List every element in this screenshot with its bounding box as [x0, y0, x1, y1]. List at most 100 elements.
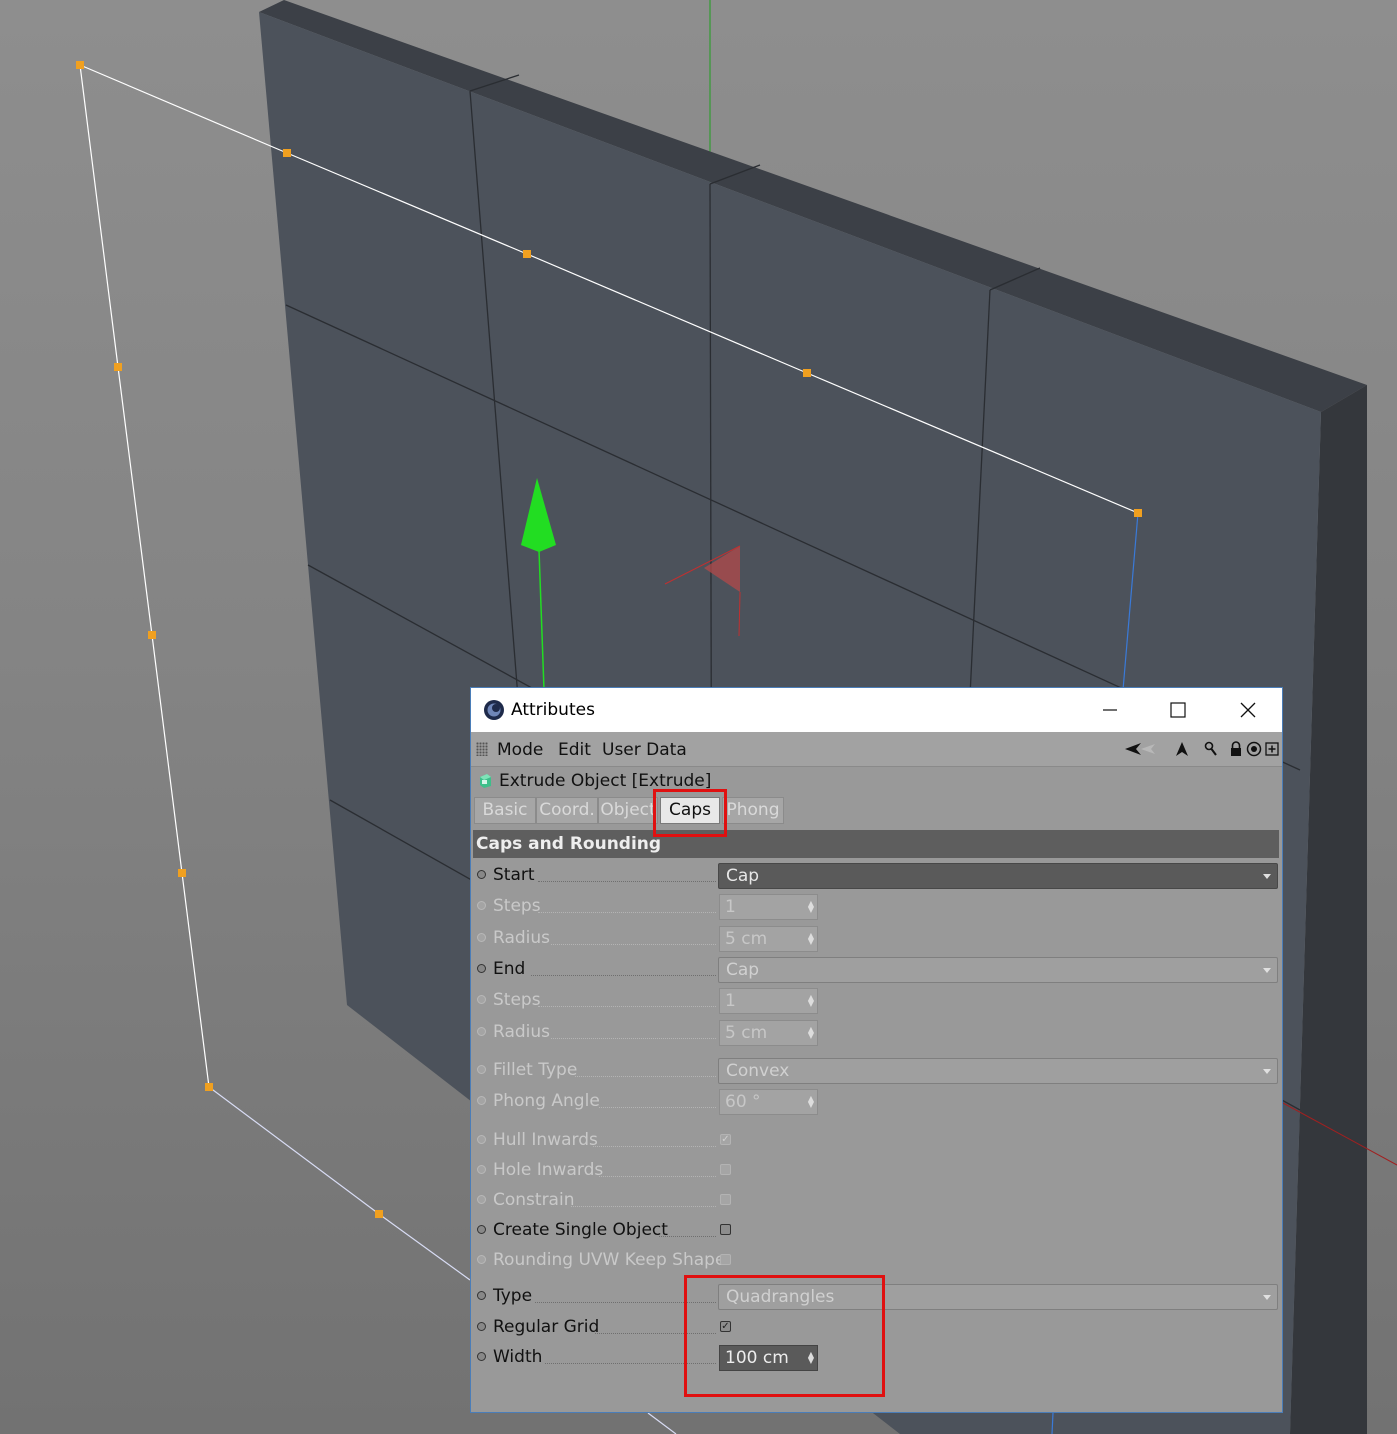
start-radius-field[interactable]: 5 cm ▲ ▼ — [719, 926, 818, 952]
target-icon[interactable] — [1245, 740, 1263, 758]
param-label: Start — [493, 865, 535, 885]
param-hull-inwards: Hull Inwards ✓ — [471, 1127, 1282, 1155]
param-label: End — [493, 959, 526, 979]
leader-dots — [599, 1176, 716, 1177]
param-label: Create Single Object — [493, 1220, 668, 1240]
leader-dots — [551, 944, 716, 945]
section-header[interactable]: Caps and Rounding — [473, 830, 1279, 858]
fillet-type-dropdown[interactable]: Convex — [718, 1058, 1278, 1084]
param-label: Type — [493, 1286, 533, 1306]
animate-radio[interactable] — [477, 964, 486, 973]
spinner-arrows-icon[interactable]: ▲ ▼ — [808, 994, 814, 1008]
create-single-object-checkbox[interactable] — [720, 1224, 731, 1235]
dropdown-value: Cap — [726, 960, 760, 980]
maximize-button[interactable] — [1143, 688, 1213, 732]
menu-mode[interactable]: Mode — [497, 740, 543, 760]
animate-radio[interactable] — [477, 1165, 486, 1174]
title-bar[interactable]: Attributes — [471, 688, 1282, 732]
animate-radio[interactable] — [477, 901, 486, 910]
animate-radio[interactable] — [477, 1096, 486, 1105]
tab-basic[interactable]: Basic — [474, 797, 536, 824]
grip-icon[interactable] — [476, 742, 488, 756]
tab-object[interactable]: Object — [598, 797, 658, 824]
animate-radio[interactable] — [477, 870, 486, 879]
menu-edit[interactable]: Edit — [558, 740, 591, 760]
spinner-arrows-icon[interactable]: ▲ ▼ — [808, 932, 814, 946]
spinner-arrows-icon[interactable]: ▲ ▼ — [808, 900, 814, 914]
param-label: Fillet Type — [493, 1060, 578, 1080]
leader-dots — [575, 1076, 716, 1077]
up-arrow-icon[interactable] — [1173, 740, 1191, 758]
animate-radio[interactable] — [477, 1291, 486, 1300]
end-steps-field[interactable]: 1 ▲ ▼ — [719, 988, 818, 1014]
menu-bar: Mode Edit User Data — [471, 732, 1282, 767]
param-label: Width — [493, 1347, 543, 1367]
minimize-button[interactable] — [1075, 688, 1145, 732]
animate-radio[interactable] — [477, 1135, 486, 1144]
extrude-object-icon — [480, 774, 491, 788]
param-label: Steps — [493, 896, 541, 916]
type-width-highlight — [684, 1275, 885, 1397]
param-end-radius: Radius 5 cm ▲ ▼ — [471, 1019, 1282, 1047]
field-value: 1 — [725, 991, 736, 1011]
leader-dots — [531, 975, 716, 976]
start-steps-field[interactable]: 1 ▲ ▼ — [719, 894, 818, 920]
param-label: Radius — [493, 928, 551, 948]
param-start-steps: Steps 1 ▲ ▼ — [471, 893, 1282, 921]
field-value: 5 cm — [725, 929, 768, 949]
spinner-arrows-icon[interactable]: ▲ ▼ — [808, 1095, 814, 1109]
tab-coord[interactable]: Coord. — [536, 797, 598, 824]
rounding-uvw-checkbox[interactable] — [720, 1254, 731, 1265]
close-button[interactable] — [1213, 688, 1283, 732]
animate-radio[interactable] — [477, 995, 486, 1004]
leader-dots — [593, 1146, 716, 1147]
end-dropdown[interactable]: Cap — [718, 957, 1278, 983]
field-value: 60 ° — [725, 1092, 761, 1112]
animate-radio[interactable] — [477, 1352, 486, 1361]
object-header: Extrude Object [Extrude] — [471, 768, 1282, 794]
tab-phong[interactable]: Phong — [722, 797, 784, 824]
close-icon — [1240, 702, 1256, 718]
animate-radio[interactable] — [477, 1065, 486, 1074]
leader-dots — [538, 1006, 716, 1007]
param-label: Radius — [493, 1022, 551, 1042]
phong-angle-field[interactable]: 60 ° ▲ ▼ — [719, 1089, 818, 1115]
spinner-arrows-icon[interactable]: ▲ ▼ — [808, 1026, 814, 1040]
param-label: Regular Grid — [493, 1317, 600, 1337]
hole-inwards-checkbox[interactable] — [720, 1164, 731, 1175]
dropdown-arrow-icon — [1263, 968, 1271, 973]
param-label: Steps — [493, 990, 541, 1010]
object-title: Extrude Object [Extrude] — [499, 771, 712, 791]
animate-radio[interactable] — [477, 1027, 486, 1036]
back-arrow-icon[interactable] — [1124, 740, 1156, 758]
animate-radio[interactable] — [477, 933, 486, 942]
end-radius-field[interactable]: 5 cm ▲ ▼ — [719, 1020, 818, 1046]
param-label: Hole Inwards — [493, 1160, 604, 1180]
cinema4d-logo-icon — [484, 700, 504, 720]
maximize-icon — [1170, 702, 1186, 718]
param-end: End Cap — [471, 956, 1282, 984]
animate-radio[interactable] — [477, 1195, 486, 1204]
dropdown-value: Cap — [726, 866, 760, 886]
lock-icon[interactable] — [1227, 740, 1245, 758]
menu-user-data[interactable]: User Data — [602, 740, 687, 760]
add-panel-icon[interactable] — [1263, 740, 1281, 758]
constrain-checkbox[interactable] — [720, 1194, 731, 1205]
start-dropdown[interactable]: Cap — [718, 863, 1278, 889]
dropdown-arrow-icon — [1263, 1069, 1271, 1074]
param-start-radius: Radius 5 cm ▲ ▼ — [471, 925, 1282, 953]
dropdown-arrow-icon — [1263, 1295, 1271, 1300]
caps-tab-highlight — [653, 789, 727, 837]
animate-radio[interactable] — [477, 1255, 486, 1264]
leader-dots — [599, 1107, 716, 1108]
param-label: Hull Inwards — [493, 1130, 598, 1150]
param-start: Start Cap — [471, 862, 1282, 890]
param-label: Rounding UVW Keep Shape — [493, 1250, 726, 1270]
animate-radio[interactable] — [477, 1225, 486, 1234]
minimize-icon — [1103, 709, 1117, 711]
search-icon[interactable] — [1202, 740, 1220, 758]
hull-inwards-checkbox[interactable]: ✓ — [720, 1134, 731, 1145]
animate-radio[interactable] — [477, 1322, 486, 1331]
param-rounding-uvw: Rounding UVW Keep Shape — [471, 1247, 1282, 1275]
window-title: Attributes — [511, 700, 595, 720]
